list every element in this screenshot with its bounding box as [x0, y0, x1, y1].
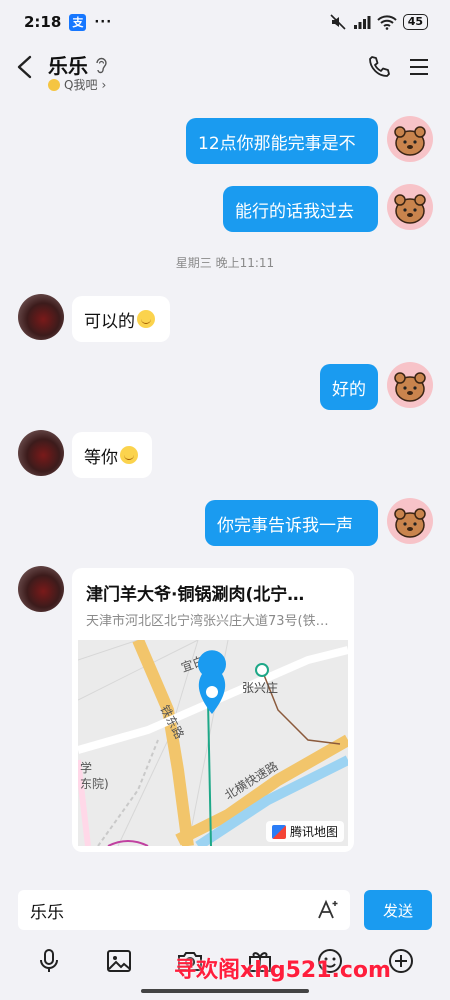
bear-avatar-icon: [394, 126, 426, 156]
status-time: 2:18: [24, 13, 62, 31]
wifi-icon: [376, 15, 397, 30]
ear-icon: [96, 57, 107, 73]
text-style-icon[interactable]: [316, 898, 340, 922]
my-avatar[interactable]: [387, 116, 433, 162]
my-avatar[interactable]: [387, 498, 433, 544]
my-avatar[interactable]: [387, 362, 433, 408]
contact-name: 乐乐: [48, 54, 88, 78]
menu-icon[interactable]: [408, 56, 430, 78]
location-address: 天津市河北区北宁湾张兴庄大道73号(铁…: [86, 614, 329, 629]
status-bar: 2:18 支 ··· 45: [0, 0, 450, 44]
my-avatar[interactable]: [387, 184, 433, 230]
contact-status[interactable]: Q我吧 ›: [48, 76, 106, 93]
message-bubble[interactable]: 你完事告诉我一声: [205, 500, 378, 546]
home-indicator[interactable]: [141, 989, 309, 993]
message-text: 可以的: [84, 311, 135, 332]
mic-icon[interactable]: [35, 947, 63, 975]
smile-emoji-icon: [137, 310, 155, 328]
message-text: 你完事告诉我一声: [217, 515, 353, 536]
tencent-map-icon: [271, 824, 286, 839]
message-text: 能行的话我过去: [235, 201, 354, 222]
mute-icon: [330, 14, 346, 30]
message-bubble[interactable]: 能行的话我过去: [223, 186, 378, 232]
send-button[interactable]: 发送: [364, 890, 432, 930]
location-title: 津门羊大爷·铜锅涮肉(北宁…: [86, 585, 305, 605]
message-input[interactable]: 乐乐: [18, 890, 350, 930]
location-map: 宜白路 张兴庄 铁东路 北横快速路 学 东院): [78, 640, 348, 846]
contact-avatar[interactable]: [18, 566, 64, 612]
message-text: 12点你那能完事是不: [198, 133, 356, 154]
map-label-area: 张兴庄: [242, 680, 278, 695]
signal-icon: [353, 16, 371, 29]
input-value: 乐乐: [30, 902, 64, 923]
contact-avatar[interactable]: [18, 294, 64, 340]
back-icon[interactable]: [14, 54, 36, 80]
map-label-area: 学: [80, 760, 92, 775]
chevron-right-icon: ›: [101, 77, 107, 92]
message-bubble[interactable]: 12点你那能完事是不: [186, 118, 378, 164]
status-emoji-icon: [48, 78, 60, 91]
chat-header: 乐乐 Q我吧 ›: [0, 44, 450, 96]
watermark-text: 寻欢阁xhg521.com: [174, 958, 391, 983]
image-icon[interactable]: [105, 947, 133, 975]
location-card[interactable]: 津门羊大爷·铜锅涮肉(北宁… 天津市河北区北宁湾张兴庄大道73号(铁… 宜白路 …: [72, 568, 354, 852]
input-bar: 乐乐 发送: [0, 882, 450, 940]
map-label-area: 东院): [80, 777, 109, 791]
bear-avatar-icon: [394, 372, 426, 402]
bear-avatar-icon: [394, 194, 426, 224]
message-bubble[interactable]: 等你: [72, 432, 152, 478]
contact-avatar[interactable]: [18, 430, 64, 476]
bear-avatar-icon: [394, 508, 426, 538]
map-provider-badge: 腾讯地图: [265, 821, 344, 842]
chat-title[interactable]: 乐乐: [48, 50, 108, 79]
message-timestamp: 星期三 晚上11:11: [175, 256, 275, 270]
message-text: 等你: [84, 447, 118, 468]
message-bubble[interactable]: 可以的: [72, 296, 170, 342]
map-provider-label: 腾讯地图: [289, 825, 338, 839]
smile-emoji-icon: [120, 446, 138, 464]
message-bubble[interactable]: 好的: [320, 364, 378, 410]
more-notifications-icon: ···: [94, 14, 113, 30]
message-text: 好的: [332, 379, 366, 400]
alipay-icon: 支: [69, 13, 87, 31]
status-text: Q我吧: [64, 78, 98, 92]
battery-icon: 45: [402, 14, 428, 30]
phone-icon[interactable]: [366, 54, 392, 80]
